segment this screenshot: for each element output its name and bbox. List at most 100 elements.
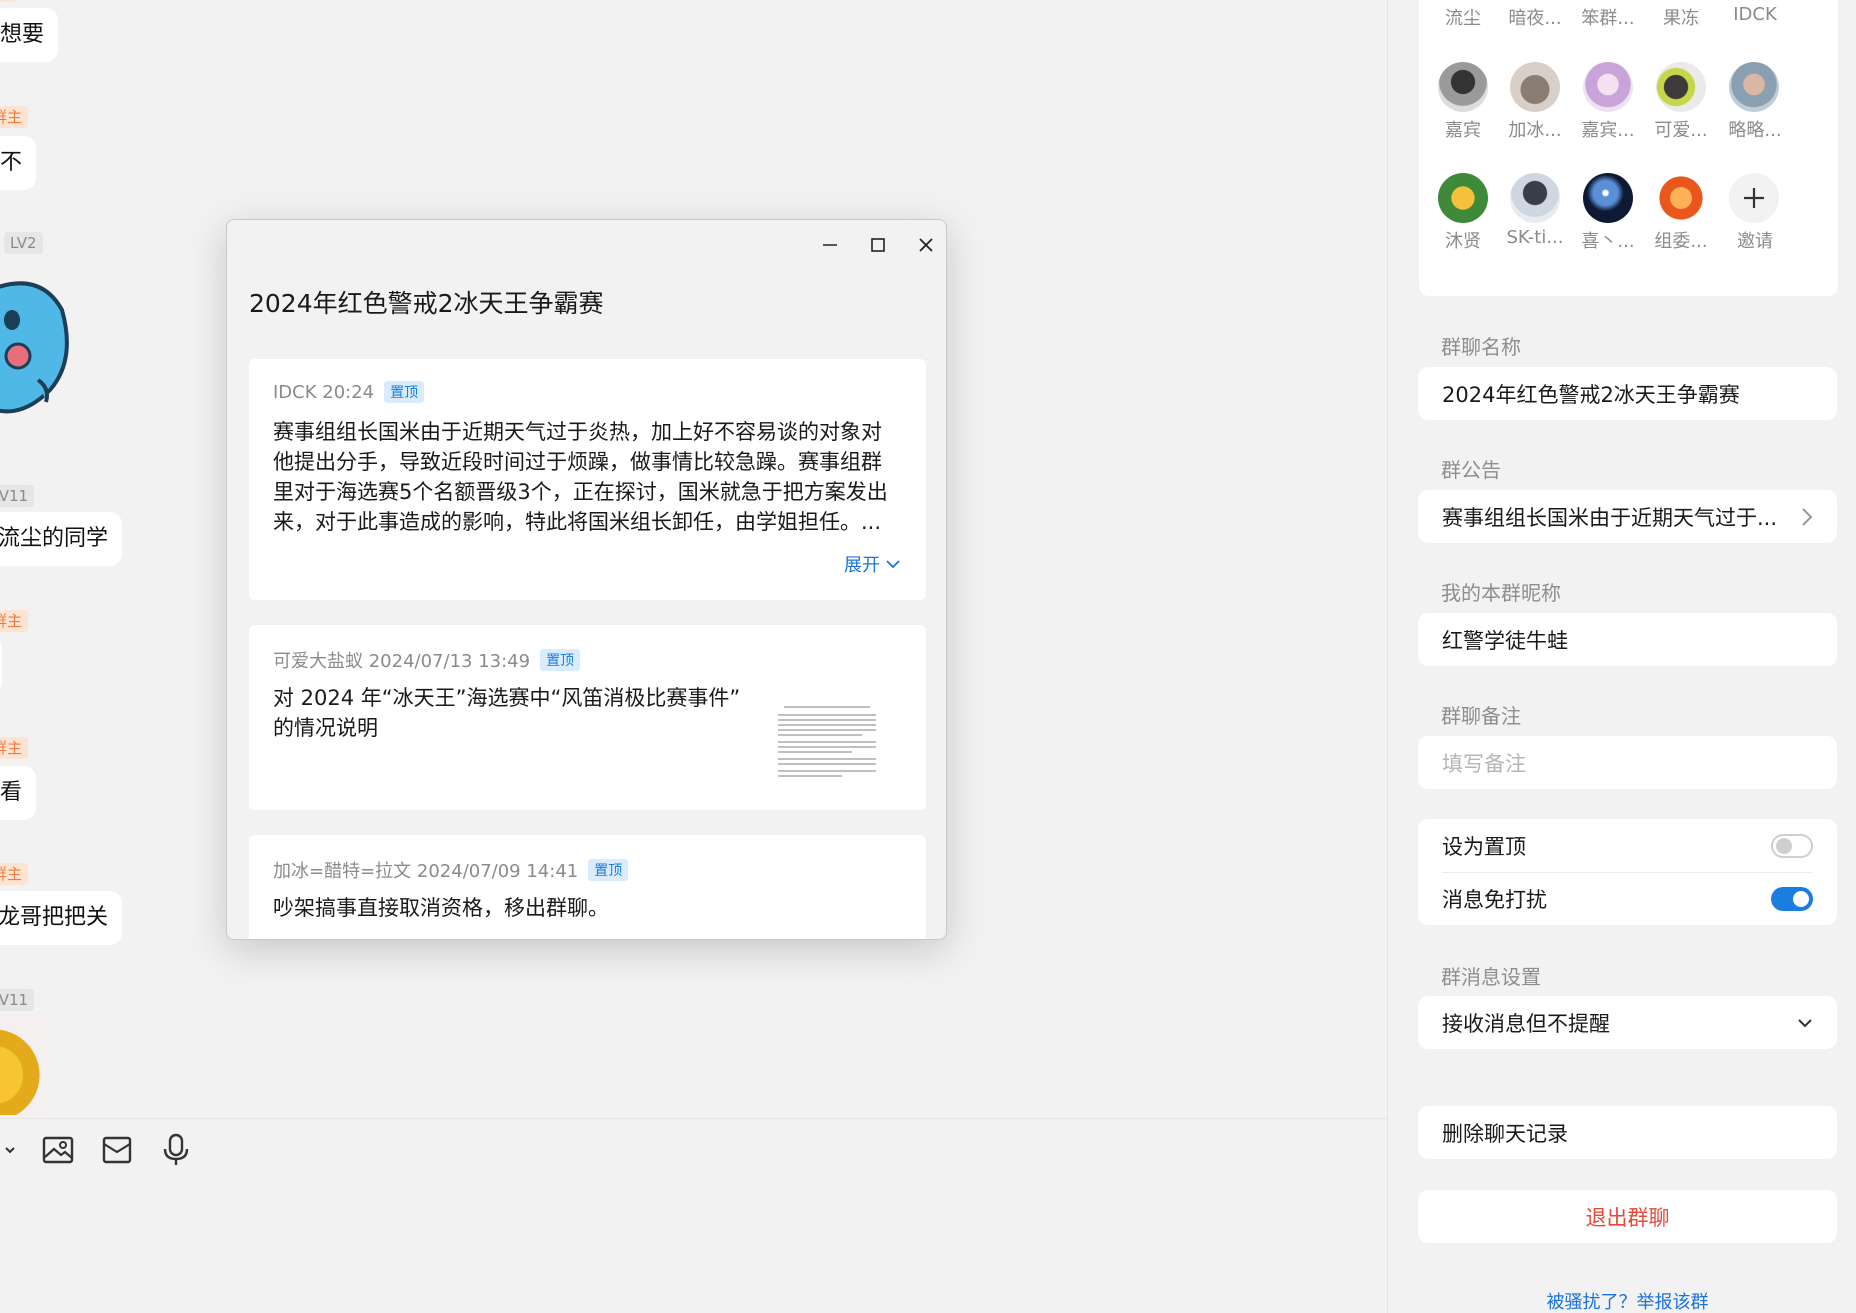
announcement-meta: IDCK 20:24 置顶: [273, 381, 425, 403]
member-name[interactable]: 流尘: [1425, 4, 1501, 30]
group-name-field[interactable]: 2024年红色警戒2冰天王争霸赛: [1418, 367, 1837, 420]
body-line: 赛事组组长国米由于近期天气过于炎热，加上好不容易谈的对象对: [273, 420, 882, 444]
minimize-icon[interactable]: [815, 230, 845, 260]
body-line: 来，对于此事造成的影响，特此将国米组长卸任，由学姐担任。...: [273, 510, 882, 534]
role-badge: 群主: [0, 863, 29, 885]
microphone-icon[interactable]: [156, 1130, 196, 1170]
avatar[interactable]: [1729, 62, 1779, 112]
msg-setting-select[interactable]: 接收消息但不提醒: [1418, 996, 1837, 1049]
avatar[interactable]: [1583, 173, 1633, 223]
notice-field[interactable]: 赛事组组长国米由于近期天气过于...: [1418, 490, 1837, 543]
chat-text: 流尘的同学: [0, 526, 109, 551]
avatar[interactable]: [1656, 173, 1706, 223]
remark-placeholder: 填写备注: [1442, 751, 1526, 776]
member-name[interactable]: 略略...: [1717, 116, 1793, 142]
composer-divider: [0, 1118, 1387, 1119]
remark-label: 群聊备注: [1441, 704, 1521, 728]
pinned-tag: 置顶: [540, 649, 581, 671]
close-icon[interactable]: [911, 230, 941, 260]
members-card: 流尘 暗夜... 笨群... 果冻 IDCK 嘉宾 加冰... 嘉宾... 可爱…: [1419, 0, 1838, 296]
avatar[interactable]: [1438, 62, 1488, 112]
whale-sticker[interactable]: [0, 270, 80, 420]
nickname-value: 红警学徒牛蛙: [1442, 628, 1568, 653]
announcement-title: 2024年红色警戒2冰天王争霸赛: [249, 289, 604, 318]
dnd-toggle[interactable]: [1771, 886, 1813, 911]
chat-bubble[interactable]: 不: [0, 136, 37, 190]
announcement-body: 赛事组组长国米由于近期天气过于炎热，加上好不容易谈的对象对 他提出分手，导致近段…: [273, 417, 888, 537]
body-line: 他提出分手，导致近段时间过于烦躁，做事情比较急躁。赛事组群: [273, 450, 882, 474]
pin-toggle[interactable]: [1771, 833, 1813, 858]
announcement-window: 2024年红色警戒2冰天王争霸赛 IDCK 20:24 置顶 赛事组组长国米由于…: [226, 219, 947, 940]
plus-icon: [1744, 188, 1764, 208]
avatar[interactable]: [1656, 62, 1706, 112]
avatar[interactable]: [1510, 173, 1560, 223]
member-name[interactable]: 喜丶...: [1570, 227, 1646, 253]
level-badge: LV11: [0, 989, 35, 1011]
role-badge: 群主: [0, 610, 29, 632]
chat-bubble[interactable]: 想要: [0, 8, 59, 62]
chat-text: 不: [0, 150, 23, 175]
dnd-label: 消息免打扰: [1442, 887, 1547, 912]
body-line: 的情况说明: [273, 716, 378, 740]
remark-input[interactable]: 填写备注: [1418, 736, 1837, 789]
member-name[interactable]: 笨群...: [1570, 4, 1646, 30]
announcement-body: 吵架搞事直接取消资格，移出群聊。: [273, 893, 609, 923]
expand-button[interactable]: 展开: [844, 551, 900, 577]
body-line: 对 2024 年“冰天王”海选赛中“风笛消极比赛事件”: [273, 686, 741, 710]
chevron-down-icon: [1798, 1018, 1812, 1027]
member-name[interactable]: 加冰...: [1497, 116, 1573, 142]
notice-label: 群公告: [1441, 458, 1501, 482]
chat-bubble[interactable]: 流尘的同学: [0, 512, 123, 566]
author-time: 可爱大盐蚁 2024/07/13 13:49: [273, 651, 531, 672]
pin-row: 设为置顶: [1442, 819, 1813, 872]
msg-setting-value: 接收消息但不提醒: [1442, 1011, 1610, 1036]
chat-text: 看: [0, 780, 23, 805]
delete-history-button[interactable]: 删除聊天记录: [1418, 1106, 1837, 1159]
member-name[interactable]: 暗夜...: [1497, 4, 1573, 30]
announcement-meta: 可爱大盐蚁 2024/07/13 13:49 置顶: [273, 647, 581, 673]
announcement-card[interactable]: 可爱大盐蚁 2024/07/13 13:49 置顶 对 2024 年“冰天王”海…: [249, 625, 926, 810]
nickname-label: 我的本群昵称: [1441, 581, 1561, 605]
group-name-value: 2024年红色警戒2冰天王争霸赛: [1442, 382, 1740, 407]
member-name[interactable]: 组委...: [1643, 227, 1719, 253]
body-line: 吵架搞事直接取消资格，移出群聊。: [273, 896, 609, 920]
member-name[interactable]: IDCK: [1717, 4, 1793, 25]
announcement-card[interactable]: IDCK 20:24 置顶 赛事组组长国米由于近期天气过于炎热，加上好不容易谈的…: [249, 359, 926, 600]
member-name[interactable]: 嘉宾...: [1570, 116, 1646, 142]
chat-bubble[interactable]: 看: [0, 766, 37, 820]
announcement-meta: 加冰=醋特=拉文 2024/07/09 14:41 置顶: [273, 857, 629, 883]
leave-group-button[interactable]: 退出群聊: [1418, 1190, 1837, 1243]
toggle-knob: [1793, 890, 1809, 907]
avatar[interactable]: [1583, 62, 1633, 112]
invite-label[interactable]: 邀请: [1717, 227, 1793, 253]
chat-bubble[interactable]: [0, 640, 2, 690]
announcement-body: 对 2024 年“冰天王”海选赛中“风笛消极比赛事件” 的情况说明: [273, 683, 740, 743]
role-badge: 群主: [0, 106, 29, 128]
report-link[interactable]: 被骚扰了？举报该群: [1418, 1288, 1837, 1313]
image-icon[interactable]: [38, 1130, 78, 1170]
notice-preview: 赛事组组长国米由于近期天气过于...: [1442, 505, 1778, 530]
invite-button[interactable]: [1729, 173, 1779, 223]
announcement-card[interactable]: 加冰=醋特=拉文 2024/07/09 14:41 置顶 吵架搞事直接取消资格，…: [249, 835, 926, 939]
document-thumbnail[interactable]: [772, 701, 882, 787]
leave-group-label: 退出群聊: [1585, 1205, 1670, 1230]
author-time: 加冰=醋特=拉文 2024/07/09 14:41: [273, 861, 579, 882]
member-name[interactable]: 果冻: [1643, 4, 1719, 30]
avatar[interactable]: [1510, 62, 1560, 112]
level-badge: LV11: [0, 485, 35, 507]
body-line: 里对于海选赛5个名额晋级3个，正在探讨，国米就急于把方案发出: [273, 480, 888, 504]
chat-bubble[interactable]: 龙哥把把关: [0, 891, 123, 945]
nickname-field[interactable]: 红警学徒牛蛙: [1418, 613, 1837, 666]
chat-text: 龙哥把把关: [0, 905, 109, 930]
member-name[interactable]: 嘉宾: [1425, 116, 1501, 142]
dnd-row: 消息免打扰: [1442, 872, 1813, 925]
maximize-icon[interactable]: [863, 230, 893, 260]
folder-icon[interactable]: [97, 1130, 137, 1170]
author-time: IDCK 20:24: [273, 381, 375, 403]
avatar[interactable]: [1438, 173, 1488, 223]
duck-sticker[interactable]: [0, 1015, 50, 1115]
screenshot-icon[interactable]: [0, 1130, 26, 1170]
member-name[interactable]: 沐贤: [1425, 227, 1501, 253]
member-name[interactable]: SK-ti...: [1497, 227, 1573, 248]
member-name[interactable]: 可爱...: [1643, 116, 1719, 142]
